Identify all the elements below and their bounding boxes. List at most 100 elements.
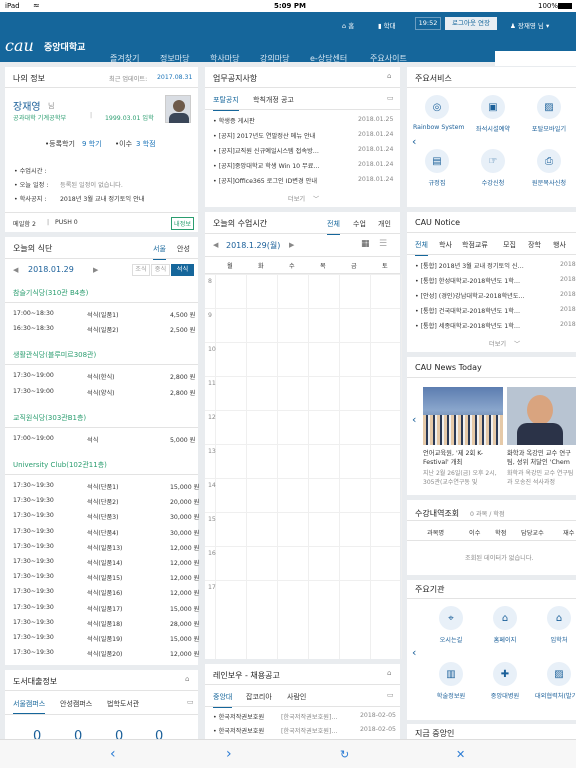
meal-lunch[interactable]: 중식	[151, 264, 170, 276]
prev-arrow-icon[interactable]: ‹	[412, 413, 416, 426]
my-info-button[interactable]: 내정보	[171, 217, 195, 230]
home-link[interactable]: ⌂ 홈	[342, 20, 354, 30]
notice-item[interactable]: • [공지]Office365 로그인 ID변경 안내	[213, 176, 317, 185]
tab-notice-academic[interactable]: 학사	[439, 240, 452, 250]
org-label[interactable]: 홈페이지	[481, 635, 529, 644]
meal-dinner[interactable]: 석식	[171, 264, 194, 276]
window-icon[interactable]: ▭	[387, 94, 394, 102]
nav-lecture[interactable]: 강의마당	[260, 53, 289, 64]
org-label[interactable]: 오시는길	[427, 635, 475, 644]
window-icon[interactable]: ▭	[387, 691, 394, 699]
menu-item: 석식(단품3)	[87, 514, 119, 522]
course-meta: 0 과목 / 학점	[470, 511, 505, 518]
news-image-2[interactable]	[507, 387, 576, 445]
hospital-icon[interactable]: ✚	[493, 662, 517, 686]
news-head-1[interactable]: 언어교육원, '제 2회 K-Festival' 개최	[423, 449, 503, 467]
tab-anseong-campus[interactable]: 안성캠퍼스	[60, 699, 92, 709]
tab-notice-recruit[interactable]: 모집	[503, 240, 516, 250]
nav-sites[interactable]: 주요사이트	[370, 53, 407, 64]
meal-breakfast[interactable]: 조식	[132, 264, 150, 276]
news-image-1[interactable]	[423, 387, 503, 445]
service-label[interactable]: 규정집	[413, 178, 461, 187]
extend-session-button[interactable]: 로그아웃 연장	[445, 17, 497, 30]
notice-item[interactable]: • 학생증 게시판	[213, 116, 255, 125]
school-link[interactable]: ▮ 학대	[378, 20, 396, 30]
home-icon[interactable]: ⌂	[387, 669, 391, 677]
nav-counsel[interactable]: e-상담센터	[310, 53, 347, 64]
menu-item: 석식(일품20)	[87, 651, 123, 659]
job-title[interactable]: [한국저작권보호원]…	[281, 726, 338, 735]
partnership-icon[interactable]: ▨	[547, 662, 571, 686]
more-link[interactable]: 더보기	[288, 194, 305, 203]
home-icon[interactable]: ⌂	[493, 606, 517, 630]
org-label[interactable]: 대외협력처(발기금)	[535, 691, 576, 700]
more-link[interactable]: 더보기	[489, 339, 506, 348]
registration-icon[interactable]: ☞	[481, 149, 505, 173]
notice-item[interactable]: • [공지] 2017년도 연말정산 메뉴 안내	[213, 131, 315, 140]
list-view-icon[interactable]: ☰	[379, 239, 387, 249]
service-label[interactable]: Rainbow System	[413, 124, 464, 131]
tab-rule-notice[interactable]: 학칙개정 공고	[253, 95, 294, 105]
tab-seoul-campus[interactable]: 서울캠퍼스	[13, 699, 46, 715]
notice-item[interactable]: • [통합] 건국대학교-2018학년도 1학…	[415, 306, 520, 315]
notice-item[interactable]: • [통합] 한성대학교-2018학년도 1학…	[415, 276, 520, 285]
tab-notice-scholarship[interactable]: 장학	[528, 240, 541, 250]
library-icon[interactable]: ▥	[439, 662, 463, 686]
prev-date-icon[interactable]: ◀	[13, 266, 18, 274]
nav-info[interactable]: 정보마당	[160, 53, 189, 64]
next-date-icon[interactable]: ▶	[93, 266, 98, 274]
push-link[interactable]: PUSH 0	[55, 219, 78, 226]
admission-icon[interactable]: ⌂	[547, 606, 571, 630]
home-icon[interactable]: ⌂	[185, 675, 189, 683]
grid-view-icon[interactable]: ▦	[361, 239, 370, 249]
tab-anseong[interactable]: 안성	[177, 244, 190, 254]
tab-notice-event[interactable]: 행사	[553, 240, 566, 250]
org-label[interactable]: 학술정보원	[427, 691, 475, 700]
job-company[interactable]: • 한국저작권보호원	[213, 726, 264, 735]
service-label[interactable]: 포탈모바일기	[525, 124, 573, 133]
service-label[interactable]: 수강신청	[469, 178, 517, 187]
notice-item[interactable]: • [통합] 2018년 3월 교내 정기토익 신…	[415, 261, 524, 270]
news-head-2[interactable]: 화학과 옥강민 교수 연구팀, 성위 처달인 'Chem	[507, 449, 576, 467]
tab-personal[interactable]: 개인	[378, 219, 391, 229]
seat-icon[interactable]: ▣	[481, 95, 505, 119]
forward-icon[interactable]: ›	[226, 746, 232, 762]
tab-saramin[interactable]: 사람인	[287, 692, 306, 702]
tab-law-library[interactable]: 법학도서관	[107, 699, 139, 709]
map-pin-icon[interactable]: ⌖	[439, 606, 463, 630]
notice-item[interactable]: • [안성] (경인)강남대학교-2018학년도…	[415, 291, 525, 300]
service-label[interactable]: 원문복사신청	[525, 178, 573, 187]
nav-favorites[interactable]: 즐겨찾기	[110, 53, 139, 64]
user-menu[interactable]: ♟ 장재영 님 ▾	[510, 20, 549, 30]
menu-price: 30,000 원	[170, 529, 200, 537]
window-icon[interactable]: ▭	[187, 698, 194, 706]
rainbow-icon[interactable]: ◎	[425, 95, 449, 119]
rules-icon[interactable]: ▤	[425, 149, 449, 173]
notice-item[interactable]: • [공지]중앙대학교 학생 Win 10 무료…	[213, 161, 320, 170]
notice-item[interactable]: • [통합] 세종대학교-2018학년도 1학…	[415, 321, 520, 330]
notice-value[interactable]: 2018년 3월 교내 정기토익 안내	[60, 194, 144, 203]
service-label[interactable]: 좌석시설예약	[469, 124, 517, 133]
mail-link[interactable]: 메일함 2	[13, 219, 36, 228]
refresh-icon[interactable]: ↻	[340, 748, 349, 761]
reg-label: •등록학기	[45, 140, 75, 148]
tab-jobkorea[interactable]: 잡코리아	[246, 692, 272, 702]
copy-icon[interactable]: ⎙	[537, 149, 561, 173]
next-date-icon[interactable]: ▶	[289, 241, 294, 249]
org-label[interactable]: 입학처	[535, 635, 576, 644]
nav-academic[interactable]: 학사마당	[210, 53, 239, 64]
notice-item[interactable]: • [공지]교직원 신규예일시스템 접속방…	[213, 146, 319, 155]
mobile-icon[interactable]: ▨	[537, 95, 561, 119]
tab-notice-exchange[interactable]: 학점교류	[462, 240, 488, 250]
close-icon[interactable]: ✕	[456, 748, 465, 761]
back-icon[interactable]: ‹	[110, 746, 116, 762]
prev-date-icon[interactable]: ◀	[213, 241, 218, 249]
tab-class[interactable]: 수업	[353, 219, 366, 229]
brand-name[interactable]: 중앙대학교	[44, 40, 85, 53]
job-company[interactable]: • 한국저작권보호원	[213, 712, 264, 721]
home-icon[interactable]: ⌂	[387, 72, 391, 80]
search-input[interactable]	[495, 51, 576, 66]
job-title[interactable]: [한국저작권보호원]…	[281, 712, 338, 721]
org-label[interactable]: 중앙대병원	[481, 691, 529, 700]
brand-logo[interactable]: cau	[5, 36, 34, 55]
